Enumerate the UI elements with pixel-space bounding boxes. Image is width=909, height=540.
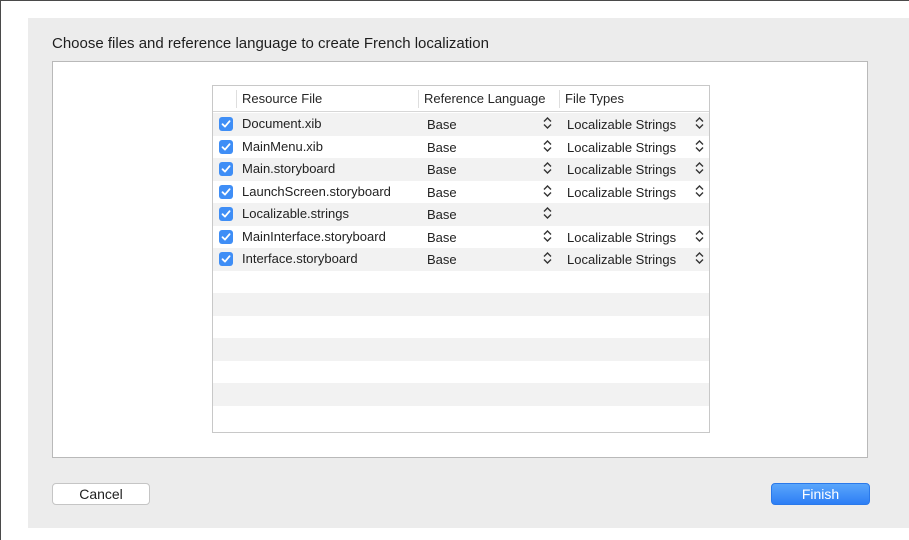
file-type-select[interactable]: Localizable Strings [567,230,676,245]
include-checkbox[interactable] [219,184,233,199]
updown-arrows-icon[interactable] [543,252,552,264]
table-row[interactable]: Localizable.strings Base [213,203,709,226]
table-row[interactable]: LaunchScreen.storyboard Base Localizable S… [213,180,709,203]
include-checkbox[interactable] [219,139,233,154]
empty-row [213,405,709,428]
updown-arrows-icon[interactable] [695,184,704,197]
resource-file-name: MainInterface.storyboard [242,228,386,244]
reference-language-select[interactable]: Base [427,185,457,200]
empty-row [213,270,709,293]
cancel-button[interactable]: Cancel [52,483,150,505]
empty-row [213,338,709,361]
reference-language-select[interactable]: Base [427,162,457,177]
empty-row [213,383,709,406]
resource-file-name: MainMenu.xib [242,138,323,154]
column-header-resource-file[interactable]: Resource File [242,91,322,106]
updown-arrows-icon[interactable] [695,117,704,129]
updown-arrows-icon[interactable] [695,229,704,242]
file-type-select[interactable]: Localizable Strings [567,185,676,200]
file-type-select[interactable]: Localizable Strings [567,162,676,177]
include-checkbox[interactable] [219,117,233,131]
table-row[interactable]: Main.storyboard Base Localizable Strings [213,158,709,181]
include-checkbox[interactable] [219,252,233,266]
table-row[interactable]: MainMenu.xib Base Localizable Strings [213,135,709,158]
table-row[interactable]: Document.xib Base Localizable Strings [213,113,709,136]
column-header-reference-language[interactable]: Reference Language [424,91,545,106]
column-separator [418,90,419,108]
reference-language-select[interactable]: Base [427,140,457,155]
empty-row [213,360,709,383]
include-checkbox[interactable] [219,162,233,176]
updown-arrows-icon[interactable] [695,139,704,152]
table-body: Document.xib Base Localizable Strings MainM… [213,113,709,428]
column-separator [559,90,560,108]
updown-arrows-icon[interactable] [543,162,552,174]
table-header: Resource File Reference Language File Ty… [213,86,709,112]
resource-file-name: LaunchScreen.storyboard [242,183,391,199]
include-checkbox[interactable] [219,229,233,244]
updown-arrows-icon[interactable] [543,117,552,129]
updown-arrows-icon[interactable] [695,252,704,264]
resource-file-name: Main.storyboard [242,161,336,176]
updown-arrows-icon[interactable] [543,139,552,152]
include-checkbox[interactable] [219,207,233,221]
resource-file-name: Document.xib [242,116,322,131]
column-separator [236,90,237,108]
updown-arrows-icon[interactable] [543,184,552,197]
table-row[interactable]: Interface.storyboard Base Localizable Stri… [213,248,709,271]
reference-language-select[interactable]: Base [427,252,457,267]
dialog-title: Choose files and reference language to c… [52,35,489,52]
empty-row [213,315,709,338]
file-type-select[interactable]: Localizable Strings [567,252,676,267]
updown-arrows-icon[interactable] [543,229,552,242]
resource-file-name: Interface.storyboard [242,251,358,266]
file-type-select[interactable]: Localizable Strings [567,140,676,155]
reference-language-select[interactable]: Base [427,117,457,132]
reference-language-select[interactable]: Base [427,207,457,222]
table-row[interactable]: MainInterface.storyboard Base Localizable … [213,225,709,248]
updown-arrows-icon[interactable] [695,162,704,174]
window-top-edge [0,0,909,1]
file-type-select[interactable]: Localizable Strings [567,117,676,132]
column-header-file-types[interactable]: File Types [565,91,624,106]
window-left-edge [0,0,1,540]
resource-file-name: Localizable.strings [242,206,349,221]
empty-row [213,293,709,316]
finish-button[interactable]: Finish [771,483,870,505]
updown-arrows-icon[interactable] [543,207,552,219]
resource-table: Resource File Reference Language File Ty… [212,85,710,433]
reference-language-select[interactable]: Base [427,230,457,245]
